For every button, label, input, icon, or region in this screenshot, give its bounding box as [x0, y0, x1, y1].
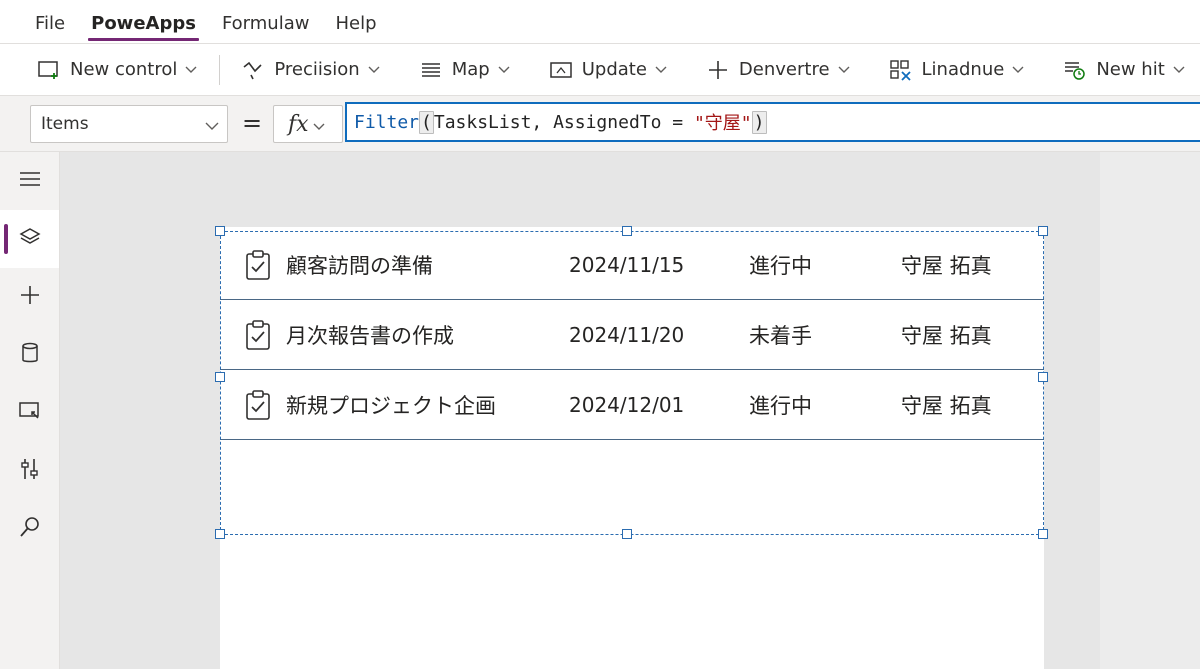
media-icon: [18, 400, 42, 426]
rail-media-button[interactable]: [0, 384, 59, 442]
chevron-down-icon: [313, 112, 325, 137]
screen-icon: [548, 57, 574, 83]
gallery-row[interactable]: 顧客訪問の準備 2024/11/15 進行中 守屋 拓真: [220, 230, 1044, 300]
task-assignee: 守屋 拓真: [901, 323, 992, 348]
update-label: Update: [581, 59, 647, 80]
list-lines-icon: [418, 57, 444, 83]
tools-icon: [19, 457, 41, 485]
task-assignee: 守屋 拓真: [901, 253, 992, 278]
chevron-down-icon: [1173, 66, 1185, 74]
data-label: Linadnue: [921, 59, 1005, 80]
clipboard-check-icon: [245, 249, 271, 281]
menu-file[interactable]: File: [22, 13, 78, 43]
data-button[interactable]: Linadnue: [888, 57, 1025, 83]
rail-menu-button[interactable]: [0, 152, 59, 210]
menu-formula[interactable]: Formulaw: [209, 13, 323, 43]
list-clock-icon: [1062, 57, 1088, 83]
layers-icon: [18, 226, 41, 252]
task-status: 進行中: [749, 393, 812, 418]
chevron-down-icon: [185, 66, 197, 74]
insert-label: Denvertre: [738, 59, 830, 80]
search-icon: [19, 516, 41, 542]
map-label: Map: [451, 59, 490, 80]
rail-insert-button[interactable]: [0, 268, 59, 326]
plus-icon: [705, 57, 731, 83]
rail-tools-button[interactable]: [0, 442, 59, 500]
rail-search-button[interactable]: [0, 500, 59, 558]
left-rail: [0, 152, 60, 669]
formula-string: "守屋": [693, 113, 752, 134]
gallery-row[interactable]: 月次報告書の作成 2024/11/20 未着手 守屋 拓真: [220, 300, 1044, 370]
formula-input[interactable]: Filter(TasksList, AssignedTo = "守屋"): [345, 102, 1200, 142]
precision-button[interactable]: Preciision: [240, 57, 380, 83]
chevron-down-icon: [498, 66, 510, 74]
task-due-date: 2024/12/01: [569, 392, 685, 417]
new-hit-label: New hit: [1096, 59, 1165, 80]
menu-bar: File PoweApps Formulaw Help: [0, 0, 1200, 44]
canvas-margin: [1100, 152, 1200, 669]
task-gallery[interactable]: 顧客訪問の準備 2024/11/15 進行中 守屋 拓真 月次報告書の作成 20…: [220, 230, 1044, 535]
equals-sign: =: [242, 109, 263, 137]
new-control-icon: [36, 57, 62, 83]
fx-icon: fx: [288, 111, 309, 137]
plus-icon: [19, 284, 41, 310]
command-separator: [219, 54, 221, 85]
insert-button[interactable]: Denvertre: [705, 57, 850, 83]
chevron-down-icon: [1012, 66, 1024, 74]
new-control-button[interactable]: New control: [36, 57, 197, 83]
gallery-row[interactable]: 新規プロジェクト企画 2024/12/01 進行中 守屋 拓真: [220, 370, 1044, 440]
chevron-down-icon: [205, 116, 219, 136]
chevron-down-icon: [655, 66, 667, 74]
menu-powerapps[interactable]: PoweApps: [78, 13, 209, 43]
formula-open-paren: (: [419, 110, 434, 134]
task-title: 顧客訪問の準備: [286, 253, 433, 278]
task-status: 進行中: [749, 253, 812, 278]
command-bar: New control Preciision Map Update Denver…: [0, 44, 1200, 96]
task-title: 月次報告書の作成: [286, 323, 454, 348]
property-select[interactable]: Items: [30, 105, 228, 143]
map-button[interactable]: Map: [418, 57, 510, 83]
new-control-label: New control: [70, 59, 178, 80]
chevron-down-icon: [838, 66, 850, 74]
formula-args: TasksList, AssignedTo =: [433, 111, 694, 133]
task-assignee: 守屋 拓真: [901, 393, 992, 418]
task-status: 未着手: [749, 323, 812, 348]
property-select-value: Items: [41, 114, 89, 134]
formula-close-paren: ): [751, 110, 767, 134]
grid-x-icon: [888, 57, 914, 83]
formula-function: Filter: [354, 111, 420, 133]
formula-bar: Items = fx Filter(TasksList, AssignedTo …: [0, 96, 1200, 152]
design-canvas[interactable]: 顧客訪問の準備 2024/11/15 進行中 守屋 拓真 月次報告書の作成 20…: [60, 152, 1200, 669]
fx-button[interactable]: fx: [273, 105, 343, 143]
menu-help[interactable]: Help: [322, 13, 389, 43]
task-due-date: 2024/11/15: [569, 252, 685, 277]
database-icon: [20, 342, 40, 368]
precision-label: Preciision: [274, 59, 360, 80]
update-button[interactable]: Update: [548, 57, 667, 83]
rail-data-button[interactable]: [0, 326, 59, 384]
task-due-date: 2024/11/20: [569, 322, 685, 347]
clipboard-check-icon: [245, 319, 271, 351]
rail-tree-view-button[interactable]: [0, 210, 59, 268]
new-hit-button[interactable]: New hit: [1062, 57, 1185, 83]
pen-icon: [240, 57, 266, 83]
clipboard-check-icon: [245, 389, 271, 421]
hamburger-menu-icon: [19, 171, 41, 191]
chevron-down-icon: [368, 66, 380, 74]
task-title: 新規プロジェクト企画: [286, 393, 496, 418]
